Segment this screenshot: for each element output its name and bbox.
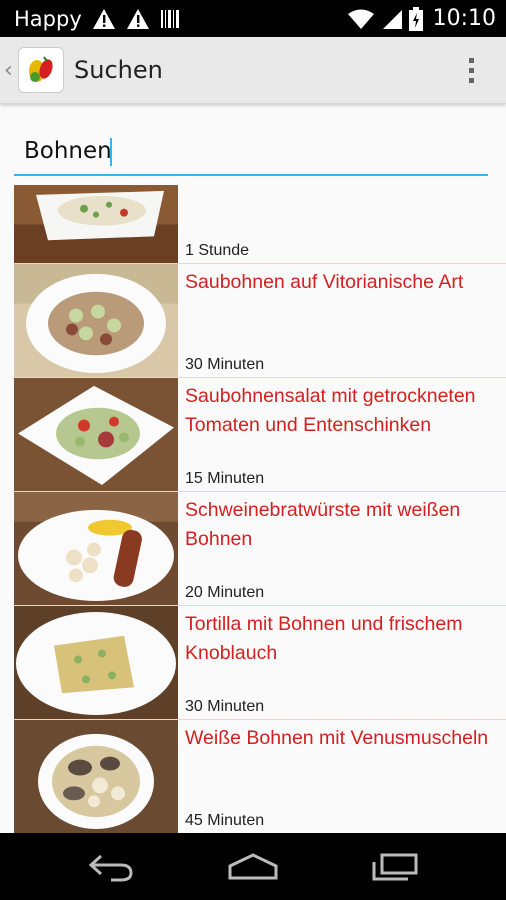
list-item[interactable]: Tortilla mit Bohnen und frischem Knoblau… [14, 606, 506, 720]
app-icon[interactable] [18, 47, 64, 93]
recipe-list[interactable]: 1 Stunde Saubohnen auf Vitorianische Art… [14, 185, 506, 833]
recents-icon [372, 853, 418, 880]
overflow-menu-icon[interactable] [466, 57, 476, 83]
home-button[interactable] [213, 847, 293, 887]
list-item[interactable]: Weiße Bohnen mit Venusmuscheln 45 Minute… [14, 720, 506, 833]
warning-icon [126, 8, 149, 29]
search-field[interactable] [14, 130, 488, 176]
recipe-thumbnail [14, 378, 178, 491]
action-bar: ‹ Suchen [0, 37, 506, 104]
page-title: Suchen [74, 56, 163, 84]
battery-icon [408, 6, 423, 31]
signal-icon [382, 9, 402, 29]
navigation-bar [0, 833, 506, 900]
wifi-icon [347, 9, 374, 29]
recipe-time: 20 Minuten [185, 584, 265, 601]
recipe-thumbnail [14, 720, 178, 833]
status-clock: 10:10 [432, 6, 496, 31]
up-caret-icon[interactable]: ‹ [4, 58, 16, 83]
recipe-thumbnail [14, 606, 178, 719]
recipe-name: Weiße Bohnen mit Venusmuscheln [185, 727, 489, 749]
warning-icon [92, 8, 115, 29]
back-icon [88, 854, 133, 881]
recipe-name: Saubohnensalat mit getrockneten Tomaten … [185, 385, 476, 436]
home-icon [228, 852, 278, 879]
list-item[interactable]: Saubohnensalat mit getrockneten Tomaten … [14, 378, 506, 492]
recipe-name: Schweinebratwürste mit weißen Bohnen [185, 499, 461, 550]
list-item[interactable]: Saubohnen auf Vitorianische Art 30 Minut… [14, 264, 506, 378]
list-item[interactable]: 1 Stunde [14, 185, 506, 264]
status-bar: Happy 10:10 [0, 0, 506, 37]
recipe-thumbnail [14, 492, 178, 605]
carrier-name: Happy [14, 6, 82, 31]
recipe-time: 15 Minuten [185, 470, 265, 487]
recipe-name: Saubohnen auf Vitorianische Art [185, 271, 464, 293]
recipe-time: 45 Minuten [185, 812, 265, 829]
search-input[interactable] [14, 130, 488, 172]
recipe-thumbnail [14, 264, 178, 377]
recipe-time: 30 Minuten [185, 356, 265, 373]
recipe-time: 30 Minuten [185, 698, 265, 715]
notification-icons [92, 8, 180, 30]
recents-button[interactable] [355, 847, 435, 887]
barcode-icon [160, 9, 179, 28]
recipe-time: 1 Stunde [185, 242, 250, 259]
recipe-thumbnail [14, 185, 178, 263]
text-cursor [110, 138, 112, 166]
back-button[interactable] [71, 847, 151, 887]
recipe-name: Tortilla mit Bohnen und frischem Knoblau… [185, 613, 463, 664]
list-item[interactable]: Schweinebratwürste mit weißen Bohnen 20 … [14, 492, 506, 606]
